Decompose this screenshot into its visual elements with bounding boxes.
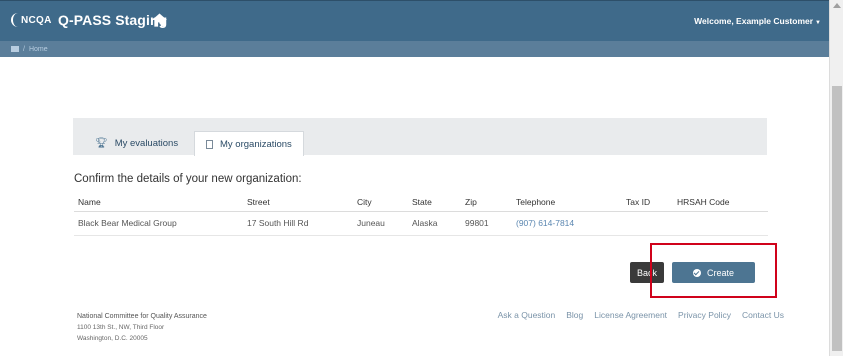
tab-label: My organizations [220, 138, 292, 150]
trophy-icon: 🏆︎ [95, 137, 108, 149]
breadcrumb-separator: / [23, 45, 25, 53]
breadcrumb-home[interactable]: Home [29, 46, 48, 53]
ncqa-logo[interactable]: NCQA [11, 12, 52, 28]
scrollbar-thumb[interactable] [832, 86, 842, 351]
cell-city: Juneau [357, 218, 385, 228]
menu-icon[interactable] [11, 46, 19, 52]
table-row: Black Bear Medical Group 17 South Hill R… [74, 211, 768, 236]
footer-link-privacy[interactable]: Privacy Policy [678, 310, 731, 320]
footer-address: National Committee for Quality Assurance… [77, 311, 207, 344]
logo-swoosh-icon [11, 13, 19, 27]
footer-address-line2: Washington, D.C. 20005 [77, 335, 148, 342]
top-navbar: NCQA Q-PASS Staging Welcome, Example Cus… [0, 0, 829, 41]
cell-state: Alaska [412, 218, 438, 228]
cell-zip: 99801 [465, 218, 489, 228]
footer-links: Ask a Question Blog License Agreement Pr… [498, 310, 784, 320]
footer-link-ask-question[interactable]: Ask a Question [498, 310, 556, 320]
document-icon [206, 139, 213, 149]
user-menu-dropdown[interactable]: Welcome, Example Customer ▼ [694, 16, 821, 26]
footer-org-name: National Committee for Quality Assurance [77, 313, 207, 320]
instruction-text: Confirm the details of your new organiza… [74, 173, 302, 185]
cell-name: Black Bear Medical Group [78, 218, 177, 228]
column-header-city: City [357, 197, 372, 207]
caret-down-icon: ▼ [815, 20, 821, 26]
scroll-up-icon[interactable] [833, 3, 841, 8]
breadcrumb: / Home [0, 41, 829, 57]
cell-street: 17 South Hill Rd [247, 218, 309, 228]
footer-link-contact[interactable]: Contact Us [742, 310, 784, 320]
welcome-text: Welcome, Example Customer [694, 16, 814, 26]
footer-link-blog[interactable]: Blog [566, 310, 583, 320]
vertical-scrollbar[interactable] [829, 0, 843, 356]
column-header-name: Name [78, 197, 101, 207]
column-header-tax-id: Tax ID [626, 197, 651, 207]
column-header-zip: Zip [465, 197, 477, 207]
column-header-state: State [412, 197, 432, 207]
footer-link-license[interactable]: License Agreement [594, 310, 667, 320]
logo-text: NCQA [21, 14, 52, 26]
column-header-telephone: Telephone [516, 197, 556, 207]
footer-address-line1: 1100 13th St., NW, Third Floor [77, 324, 165, 331]
home-icon[interactable] [152, 13, 167, 27]
table-header-row: Name Street City State Zip Telephone Tax… [74, 193, 768, 212]
column-header-hrsah-code: HRSAH Code [677, 197, 730, 207]
tab-label: My evaluations [114, 137, 179, 149]
column-header-street: Street [247, 197, 270, 207]
annotation-highlight-box [650, 243, 777, 298]
cell-telephone-link[interactable]: (907) 614-7814 [516, 218, 574, 228]
tabs-bar: 🏆︎ My evaluations My organizations [73, 118, 767, 156]
tab-my-evaluations[interactable]: 🏆︎ My evaluations [95, 131, 178, 155]
app-title[interactable]: Q-PASS Staging [58, 12, 167, 28]
tab-my-organizations[interactable]: My organizations [194, 131, 304, 156]
